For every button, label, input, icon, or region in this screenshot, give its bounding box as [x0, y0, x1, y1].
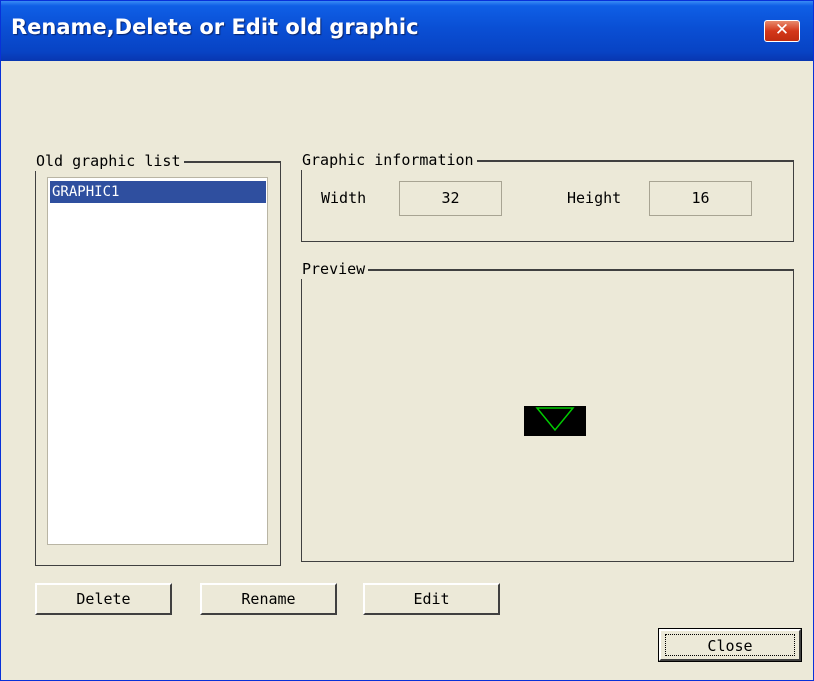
rename-button[interactable]: Rename [200, 583, 337, 615]
dialog-window: Rename,Delete or Edit old graphic ✕ Old … [0, 0, 814, 681]
downward-triangle-icon [535, 407, 575, 432]
height-field: 16 [649, 181, 752, 216]
edit-button[interactable]: Edit [363, 583, 500, 615]
old-graphic-list-legend: Old graphic list [33, 151, 184, 171]
list-item[interactable]: GRAPHIC1 [50, 181, 266, 203]
close-window-button[interactable]: ✕ [764, 20, 800, 42]
window-title: Rename,Delete or Edit old graphic [11, 15, 419, 39]
title-bar[interactable]: Rename,Delete or Edit old graphic ✕ [1, 1, 813, 61]
preview-canvas [524, 406, 586, 436]
graphic-information-legend: Graphic information [299, 150, 477, 170]
preview-legend: Preview [299, 259, 369, 279]
width-field: 32 [399, 181, 502, 216]
close-button-label: Close [665, 634, 795, 656]
width-label: Width [321, 189, 367, 207]
height-label: Height [567, 189, 622, 207]
old-graphic-listbox[interactable]: GRAPHIC1 [47, 177, 268, 545]
delete-button[interactable]: Delete [35, 583, 172, 615]
close-button[interactable]: Close [658, 628, 802, 662]
